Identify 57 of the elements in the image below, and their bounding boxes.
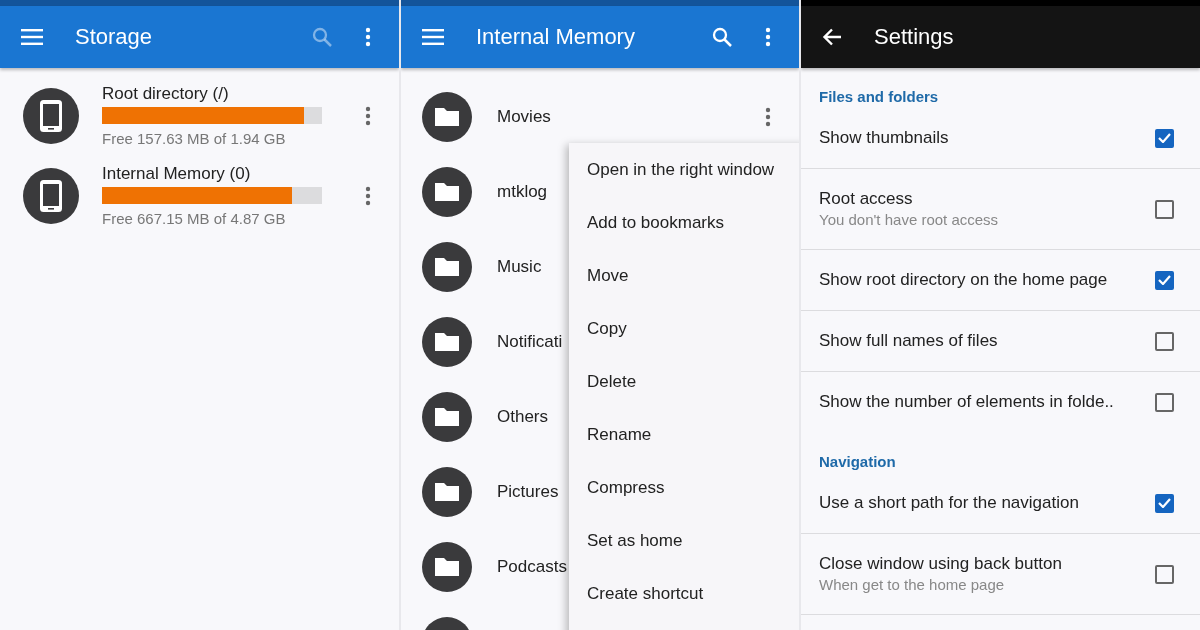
folder-icon [422, 166, 472, 217]
checkbox[interactable] [1155, 128, 1174, 148]
checkbox[interactable] [1155, 199, 1174, 219]
setting-title: Show root directory on the home page [819, 269, 1109, 291]
menu-icon [21, 29, 43, 45]
folder-icon [422, 391, 472, 442]
menu-item[interactable]: Copy [569, 302, 645, 355]
menu-item[interactable]: Add to bookmarks [569, 196, 742, 249]
folder-icon [422, 316, 472, 367]
more-icon [365, 27, 371, 47]
setting-title: Show thumbnails [819, 127, 950, 149]
checkbox[interactable] [1155, 493, 1174, 513]
folder-icon [422, 91, 472, 142]
menu-item[interactable]: Set as home [569, 514, 701, 567]
checkbox[interactable] [1155, 331, 1174, 351]
menu-icon [422, 29, 444, 45]
check-icon [1158, 133, 1171, 143]
more-icon [365, 106, 371, 126]
folder-name[interactable]: Movies [497, 106, 757, 127]
menu-item[interactable]: Rename [569, 408, 670, 461]
more-icon [365, 186, 371, 206]
setting-summary: When get to the home page [819, 575, 1006, 595]
menu-item[interactable]: Open in the right window [569, 143, 793, 196]
check-icon [1158, 275, 1171, 285]
storage-name: Internal Memory (0) [102, 164, 252, 184]
usage-text: Free 667.15 MB of 4.87 GB [102, 210, 287, 228]
search-icon [712, 27, 732, 47]
phone-icon [23, 168, 79, 224]
more-icon [765, 106, 771, 127]
section-header: Files and folders [818, 87, 940, 107]
setting-title: Root access [819, 188, 914, 210]
folder-icon [422, 541, 472, 592]
checkbox[interactable] [1155, 564, 1174, 584]
menu-item[interactable]: Move [569, 249, 647, 302]
phone-icon [23, 88, 79, 144]
checkbox[interactable] [1155, 270, 1174, 290]
setting-title: Show full names of files [819, 330, 999, 352]
app-title: Settings [874, 24, 955, 50]
setting-title: Use a short path for the navigation [819, 492, 1080, 514]
checkbox[interactable] [1155, 392, 1174, 412]
usage-text: Free 157.63 MB of 1.94 GB [102, 130, 287, 148]
setting-title: Close window using back button [819, 553, 1063, 575]
app-title: Storage [75, 24, 154, 50]
folder-icon [422, 241, 472, 292]
app-title: Internal Memory [476, 24, 636, 50]
setting-summary: You don't have root access [819, 210, 1000, 230]
check-icon [1158, 498, 1171, 508]
menu-item[interactable]: Delete [569, 355, 655, 408]
setting-title: Show the number of elements in folde.. [819, 391, 1115, 413]
section-header: Navigation [818, 452, 897, 472]
back-arrow-icon [822, 28, 842, 46]
menu-item[interactable]: Compress [569, 461, 683, 514]
more-icon [765, 27, 771, 47]
storage-name: Root directory (/) [102, 84, 230, 104]
folder-icon [422, 466, 472, 517]
search-icon [312, 27, 332, 47]
menu-item[interactable]: Create shortcut [569, 567, 722, 620]
